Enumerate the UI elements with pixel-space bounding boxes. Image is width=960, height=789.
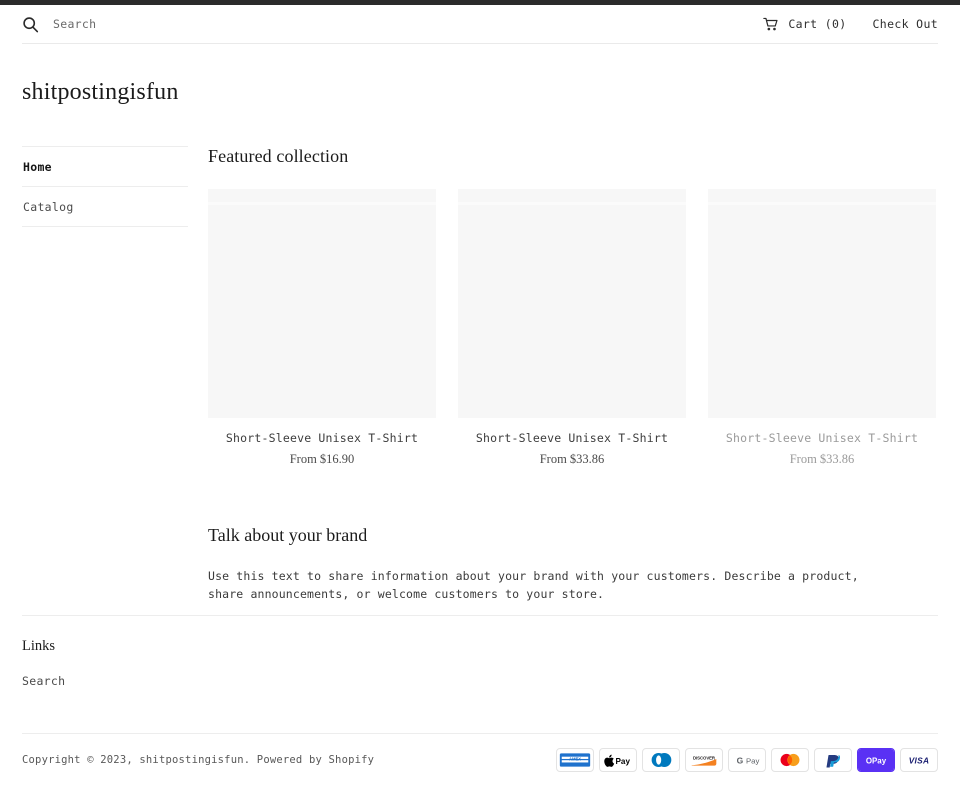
american-express-icon: AMEX [556,748,594,772]
product-price: From $33.86 [539,451,605,466]
sidebar-item-home[interactable]: Home [22,146,188,186]
copyright-text: Copyright © 2023, shitpostingisfun. Powe… [22,754,374,766]
product-title: Short-Sleeve Unisex T-Shirt [725,431,919,445]
product-image-placeholder [208,189,436,418]
product-price: From $33.86 [789,451,855,466]
store-title[interactable]: shitpostingisfun [22,79,179,106]
site-header: Cart (0) Check Out [0,5,960,43]
brand-section-body: Use this text to share information about… [208,568,859,602]
footer-links-column: Links Search [22,638,65,688]
copyright-suffix: . Powered by [243,754,329,766]
main-content: Featured collection Short-Sleeve Unisex … [208,146,938,604]
product-title: Short-Sleeve Unisex T-Shirt [475,431,669,445]
svg-text:AMEX: AMEX [569,757,581,762]
product-image-placeholder [708,189,936,418]
header-actions: Cart (0) Check Out [763,17,938,32]
search-group[interactable] [22,16,763,33]
footer-bottom-bar: Copyright © 2023, shitpostingisfun. Powe… [22,746,938,774]
product-price: From $16.90 [289,451,355,466]
svg-text:Pay: Pay [746,756,759,765]
footer-links-heading: Links [22,638,56,654]
discover-icon: DISCOVER [685,748,723,772]
svg-text:VISA: VISA [909,756,930,766]
footer-top-divider [22,615,938,616]
sidebar-item-catalog[interactable]: Catalog [22,186,188,227]
cart-label: Cart (0) [788,17,847,31]
svg-text:Pay: Pay [616,757,631,766]
product-title: Short-Sleeve Unisex T-Shirt [225,431,419,445]
google-pay-icon: G Pay [728,748,766,772]
footer-link-search[interactable]: Search [22,674,65,688]
payment-methods-row: AMEX Pay DISCOVER G Pay OPay VISA [556,748,938,772]
brand-section-title: Talk about your brand [208,524,368,545]
diners-club-icon [642,748,680,772]
product-card[interactable]: Short-Sleeve Unisex T-Shirt From $16.90 [208,189,436,467]
product-grid: Short-Sleeve Unisex T-Shirt From $16.90 … [208,189,938,467]
copyright-prefix: Copyright © 2023, [22,754,140,766]
shopping-cart-icon [763,17,779,32]
shop-pay-icon: OPay [857,748,895,772]
cart-button[interactable]: Cart (0) [763,17,846,32]
shopify-link[interactable]: Shopify [329,754,375,766]
svg-text:OPay: OPay [866,757,887,766]
apple-pay-icon: Pay [599,748,637,772]
mastercard-icon [771,748,809,772]
sidebar-nav: Home Catalog [22,146,188,227]
svg-text:DISCOVER: DISCOVER [693,756,716,761]
product-card[interactable]: Short-Sleeve Unisex T-Shirt From $33.86 [458,189,686,467]
svg-text:G: G [737,755,744,765]
search-input[interactable] [53,17,393,31]
copyright-store-link[interactable]: shitpostingisfun [139,754,243,766]
product-image-placeholder [458,189,686,418]
visa-icon: VISA [900,748,938,772]
search-icon[interactable] [22,16,39,33]
paypal-icon [814,748,852,772]
featured-collection-title: Featured collection [208,146,349,166]
brand-section: Talk about your brand Use this text to s… [208,525,938,604]
header-divider [22,43,938,44]
product-card[interactable]: Short-Sleeve Unisex T-Shirt From $33.86 [708,189,936,467]
checkout-button[interactable]: Check Out [873,17,938,31]
footer-bottom-divider [22,733,938,734]
